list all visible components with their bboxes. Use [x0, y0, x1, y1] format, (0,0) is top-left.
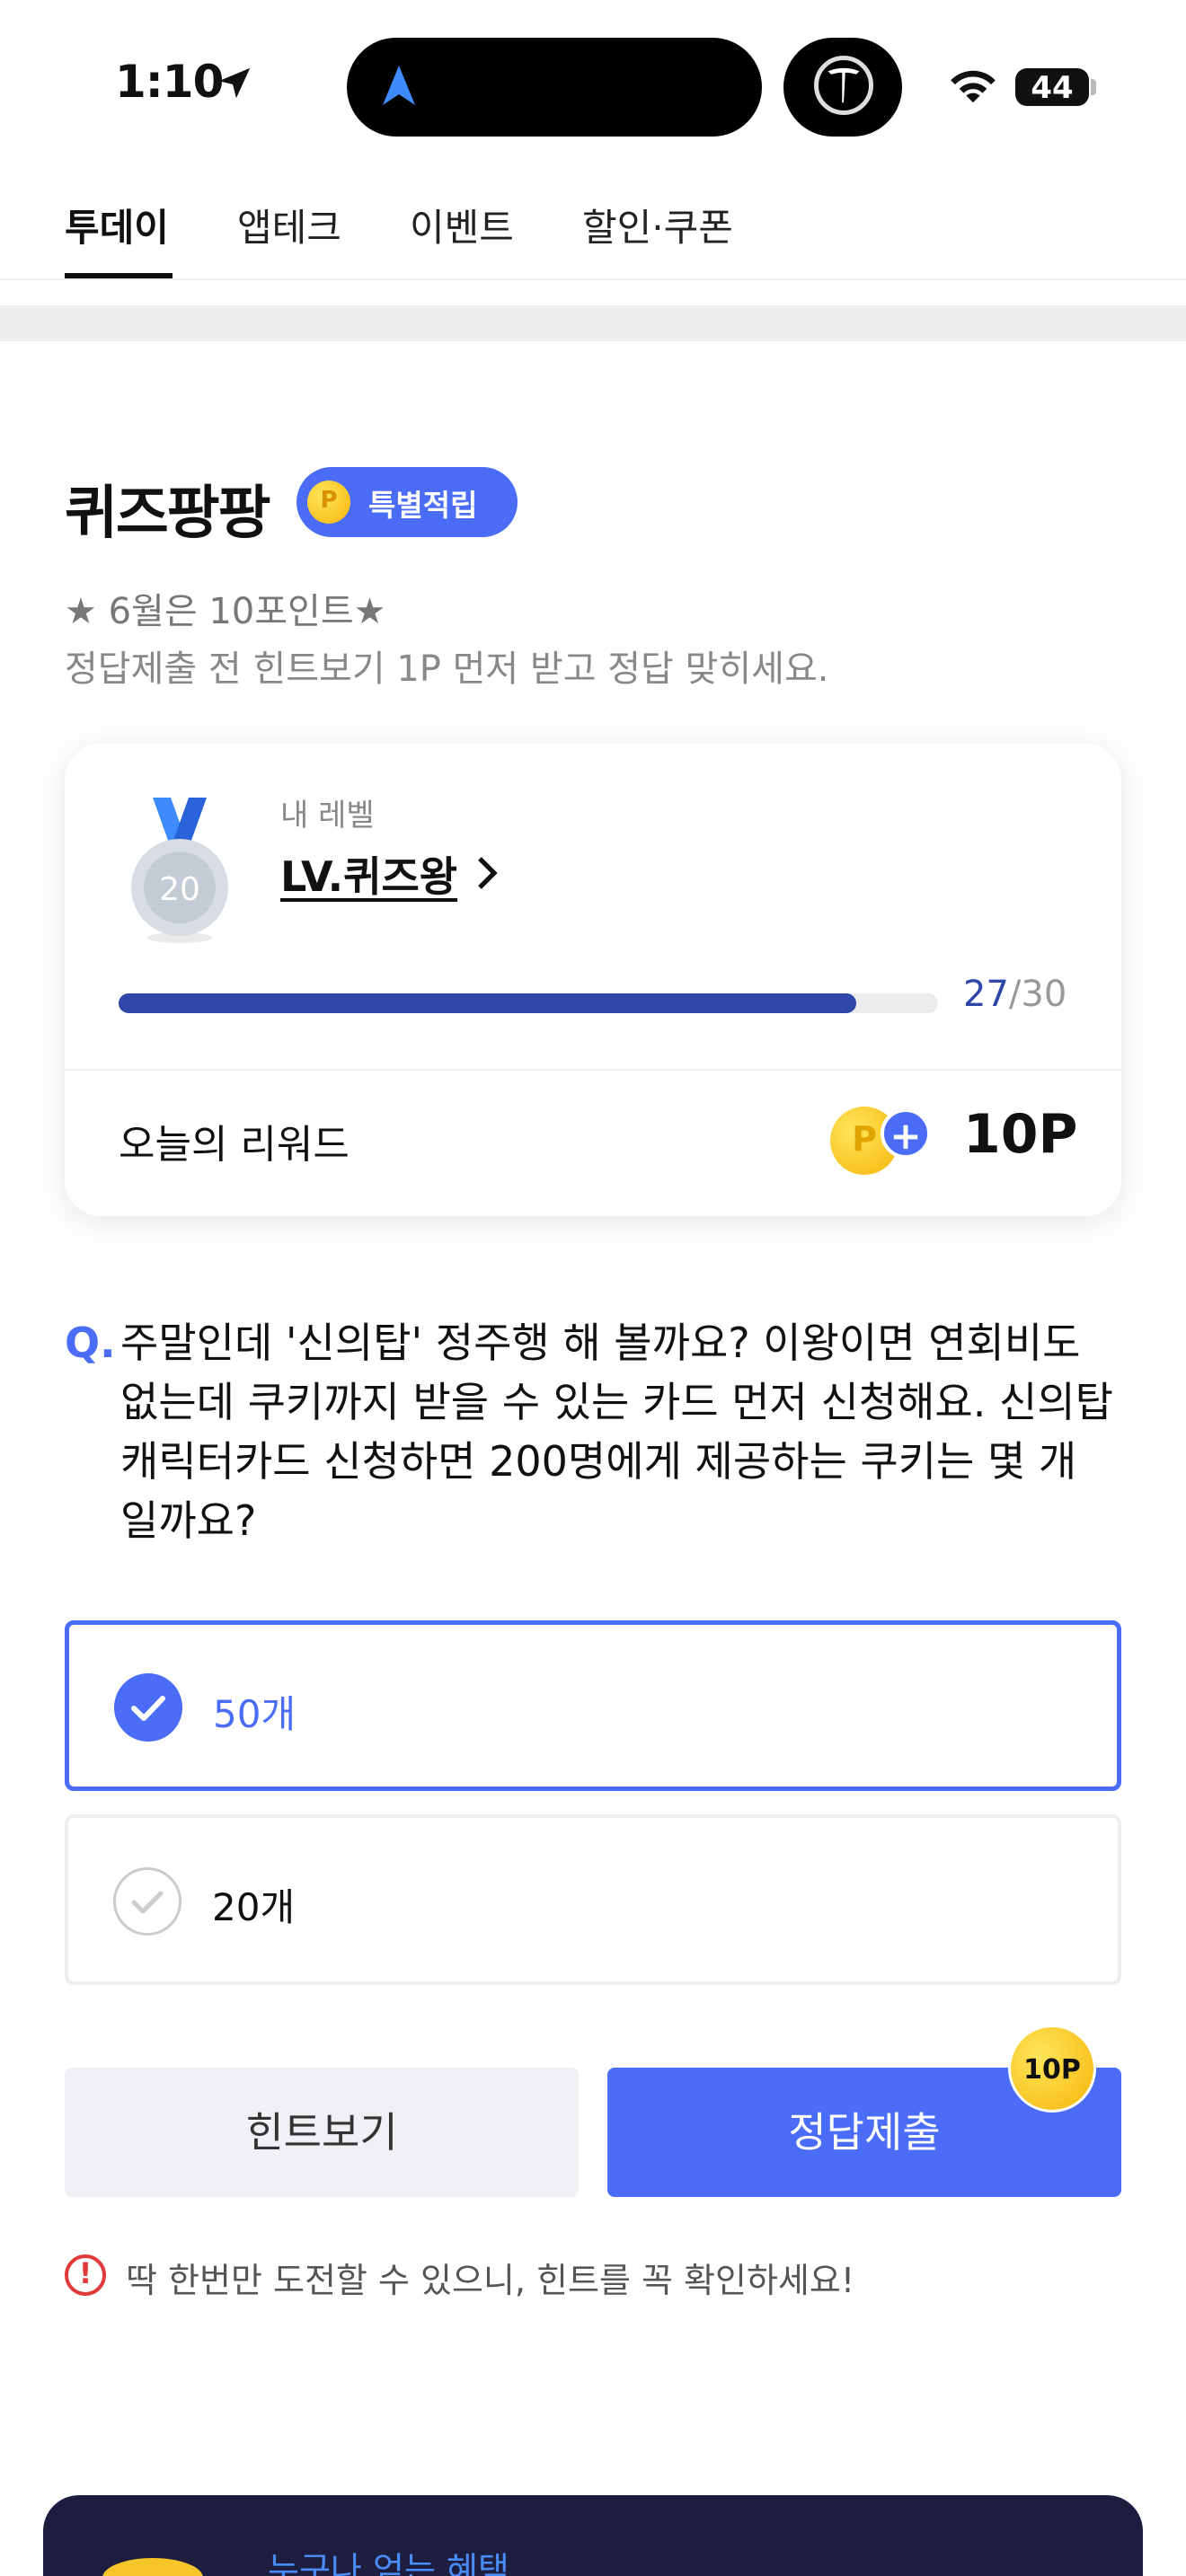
- page-title: 퀴즈팡팡: [65, 481, 271, 547]
- status-bar: 1:10 44: [0, 0, 1186, 171]
- level-progress-fill: [119, 993, 856, 1013]
- coin-stack-icon: [102, 2558, 203, 2576]
- level-progress-bar: [119, 993, 938, 1013]
- warning-text: 딱 한번만 도전할 수 있으니, 힌트를 꼭 확인하세요!: [126, 2261, 855, 2300]
- tab-bar: 투데이 앱테크 이벤트 할인·쿠폰: [0, 171, 1186, 280]
- benefit-banner[interactable]: 누구나 얻는 혜택: [43, 2495, 1143, 2576]
- warning-icon: !: [65, 2254, 106, 2296]
- today-reward-value: 10P: [963, 1103, 1078, 1166]
- location-arrow-icon: [218, 67, 251, 99]
- progress-total: 30: [1021, 974, 1067, 1015]
- tab-event[interactable]: 이벤트: [410, 198, 514, 252]
- battery-icon: 44: [1015, 68, 1089, 106]
- today-reward-label: 오늘의 리워드: [119, 1122, 350, 1168]
- answer-option-label: 20개: [212, 1885, 296, 1929]
- checkmark-unselected-icon: [113, 1867, 181, 1936]
- tab-today[interactable]: 투데이: [65, 198, 169, 252]
- section-divider: [0, 305, 1186, 341]
- coin-icon: P: [307, 481, 350, 524]
- battery-cap: [1091, 79, 1096, 95]
- question-text: 주말인데 '신의탑' 정주행 해 볼까요? 이왕이면 연회비도 없는데 쿠키까지…: [120, 1319, 1113, 1545]
- answer-option-label: 50개: [213, 1692, 296, 1736]
- tab-discount-coupon[interactable]: 할인·쿠폰: [582, 198, 733, 252]
- medal-number: 20: [159, 871, 200, 908]
- answer-option-1[interactable]: 50개: [65, 1620, 1121, 1791]
- hint-button[interactable]: 힌트보기: [65, 2068, 579, 2197]
- subtitle-hint-info: 정답제출 전 힌트보기 1P 먼저 받고 정답 맞히세요.: [65, 648, 829, 690]
- card-divider: [65, 1069, 1121, 1071]
- answer-option-2[interactable]: 20개: [65, 1814, 1121, 1985]
- active-tab-indicator: [65, 273, 173, 278]
- chevron-right-icon[interactable]: [474, 853, 501, 893]
- progress-current: 27: [963, 974, 1009, 1015]
- badge-label: 특별적립: [368, 488, 478, 523]
- subtitle-monthly: ★ 6월은 10포인트★: [65, 591, 386, 632]
- points-coin-badge: 10P: [1008, 2025, 1096, 2113]
- navigation-arrow-icon: [383, 66, 415, 105]
- my-level-label: 내 레벨: [280, 798, 375, 834]
- battery-level: 44: [1031, 70, 1074, 106]
- tesla-logo-icon: [828, 67, 860, 103]
- special-reward-badge: P 특별적립: [296, 467, 518, 537]
- tab-apptech[interactable]: 앱테크: [237, 198, 341, 252]
- medal-icon: 20: [131, 798, 228, 943]
- checkmark-selected-icon: [114, 1673, 182, 1742]
- banner-title: 누구나 얻는 혜택: [268, 2550, 509, 2576]
- screen: 1:10 44 투데이 앱테크 이벤트 할인·쿠폰 퀴즈팡팡 P 특별적립 ★ …: [0, 0, 1186, 2576]
- wifi-icon: [951, 70, 996, 103]
- level-progress-text: 27/30: [963, 974, 1067, 1015]
- question-mark: Q.: [65, 1319, 116, 1367]
- level-name-link[interactable]: LV.퀴즈왕: [280, 844, 457, 904]
- level-card: 20 내 레벨 LV.퀴즈왕 27/30 오늘의 리워드 P + 10P: [65, 744, 1121, 1216]
- plus-icon: +: [881, 1108, 931, 1159]
- status-time: 1:10: [115, 56, 224, 108]
